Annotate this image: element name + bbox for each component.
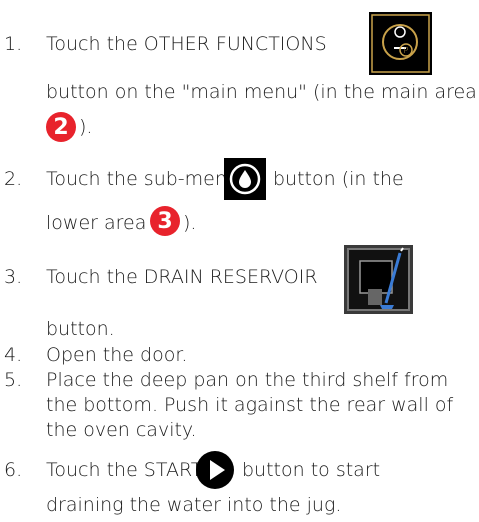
play-icon	[195, 450, 235, 490]
step-5-line1: Place the deep pan on the third shelf fr…	[46, 369, 449, 391]
water-drop-icon	[224, 158, 266, 200]
step-3-number: 3.	[4, 266, 23, 288]
step-2-post: button (in the	[273, 168, 404, 190]
other-functions-icon: P	[369, 12, 432, 75]
step-6-number: 6.	[4, 459, 23, 481]
step-2-line2: lower area	[46, 212, 147, 234]
step-6-post: button to start	[242, 459, 381, 481]
step-2-text: Touch the sub-menu	[46, 168, 239, 190]
step-6-line2: draining the water into the jug.	[46, 494, 342, 516]
svg-text:P: P	[404, 46, 409, 55]
step-1-number: 1.	[4, 33, 23, 55]
step-2-tail: ).	[183, 212, 197, 234]
step-6-text: Touch the START	[46, 459, 203, 481]
step-5-line3: the oven cavity.	[46, 419, 197, 441]
step-5-line2: the bottom. Push it against the rear wal…	[46, 394, 454, 416]
step-4-text: Open the door.	[46, 344, 188, 366]
step-1-line2: button on the "main menu" (in the main a…	[46, 81, 477, 103]
step-2-number: 2.	[4, 168, 23, 190]
step-4-number: 4.	[4, 344, 23, 366]
step-5-number: 5.	[4, 369, 23, 391]
step-1-text: Touch the OTHER FUNCTIONS	[46, 33, 327, 55]
step-3-text: Touch the DRAIN RESERVOIR	[46, 266, 318, 288]
step-3-line2: button.	[46, 318, 115, 340]
drain-reservoir-icon	[344, 245, 413, 314]
step-1-tail: ).	[79, 116, 93, 138]
lower-area-badge: 3	[150, 206, 180, 236]
main-area-badge: 2	[46, 112, 76, 142]
